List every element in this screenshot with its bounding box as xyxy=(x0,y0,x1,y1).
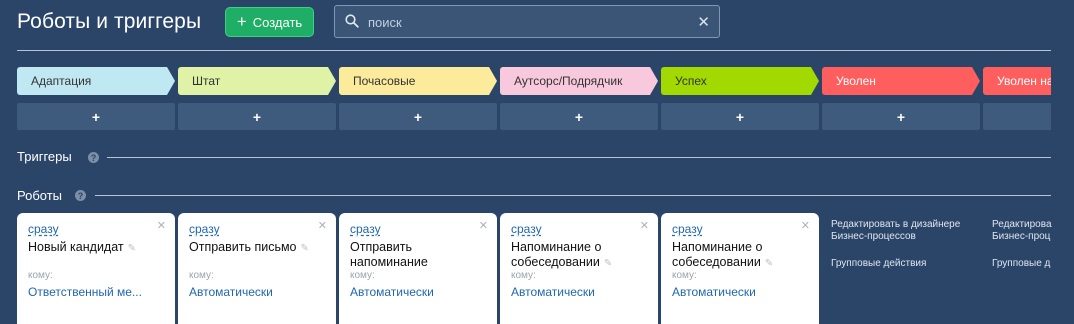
add-trigger-row: + + + + + + xyxy=(17,103,1051,130)
search-box[interactable]: ✕ xyxy=(334,5,720,38)
group-actions-link[interactable]: Групповые действия xyxy=(831,258,981,270)
triggers-divider xyxy=(107,157,1051,158)
plus-icon: + xyxy=(236,12,247,31)
stage-adaptation[interactable]: Адаптация xyxy=(17,67,175,95)
stage-label: Штат xyxy=(192,74,221,88)
stage-label: Адаптация xyxy=(31,74,92,88)
robot-card[interactable]: сразу ✕ Напоминание о собеседовании ✎ ком… xyxy=(500,213,658,324)
add-trigger-button[interactable] xyxy=(983,103,1051,130)
stage-staff[interactable]: Штат xyxy=(178,67,336,95)
header: Роботы и триггеры xyxy=(17,7,201,37)
edit-in-designer-link[interactable]: Редактирова Бизнес-проц xyxy=(992,219,1052,243)
robot-name: Отправить письмо ✎ xyxy=(189,240,327,256)
robot-whom-label: кому: xyxy=(28,270,53,281)
search-input[interactable] xyxy=(368,12,688,32)
page-title: Роботы и триггеры xyxy=(17,10,202,33)
robot-name: Новый кандидат ✎ xyxy=(28,240,166,256)
pencil-icon[interactable]: ✎ xyxy=(765,256,773,271)
edit-in-designer-link[interactable]: Редактировать в дизайнере Бизнес-процесс… xyxy=(831,219,981,243)
pencil-icon[interactable]: ✎ xyxy=(301,241,309,256)
triggers-heading: Триггеры xyxy=(17,149,72,164)
group-actions-link[interactable]: Групповые д xyxy=(992,258,1052,270)
stage-label: Уволен на xyxy=(997,74,1051,88)
robot-responsible-link[interactable]: Автоматически xyxy=(350,285,488,299)
robot-name: Напоминание о собеседовании ✎ xyxy=(511,240,649,271)
close-icon[interactable]: ✕ xyxy=(640,219,649,232)
robot-responsible-link[interactable]: Ответственный ме... xyxy=(28,285,166,299)
robot-responsible-link[interactable]: Автоматически xyxy=(672,285,810,299)
robot-delay-link[interactable]: сразу xyxy=(511,222,542,236)
robot-delay-link[interactable]: сразу xyxy=(189,222,220,236)
robot-name-text: Отправить письмо xyxy=(189,240,297,254)
add-trigger-button[interactable]: + xyxy=(822,103,980,130)
stage-outsource[interactable]: Аутсорс/Подрядчик xyxy=(500,67,658,95)
add-trigger-button[interactable]: + xyxy=(661,103,819,130)
robot-card[interactable]: сразу ✕ Отправить напоминание кому: Авто… xyxy=(339,213,497,324)
stage-label: Аутсорс/Подрядчик xyxy=(514,74,623,88)
robot-name-text: Отправить напоминание xyxy=(350,240,428,269)
robot-whom-label: кому: xyxy=(672,270,697,281)
clear-search-icon[interactable]: ✕ xyxy=(697,13,710,31)
pencil-icon[interactable]: ✎ xyxy=(604,256,612,271)
search-icon xyxy=(345,14,359,33)
robot-name: Отправить напоминание xyxy=(350,240,488,270)
stage-label: Почасовые xyxy=(353,74,416,88)
robot-delay-link[interactable]: сразу xyxy=(672,222,703,236)
add-trigger-button[interactable]: + xyxy=(178,103,336,130)
header-divider xyxy=(17,50,1051,51)
robot-whom-label: кому: xyxy=(511,270,536,281)
close-icon[interactable]: ✕ xyxy=(318,219,327,232)
stage-label: Уволен xyxy=(836,74,876,88)
robot-delay-link[interactable]: сразу xyxy=(350,222,381,236)
robot-card[interactable]: сразу ✕ Напоминание о собеседовании ✎ ком… xyxy=(661,213,819,324)
robots-help-icon[interactable]: ? xyxy=(75,190,86,201)
robot-delay-link[interactable]: сразу xyxy=(28,222,59,236)
robot-name-text: Напоминание о собеседовании xyxy=(511,240,602,269)
stages-row: Адаптация Штат Почасовые Аутсорс/Подрядч… xyxy=(17,67,1051,95)
robot-name-text: Новый кандидат xyxy=(28,240,124,254)
close-icon[interactable]: ✕ xyxy=(801,219,810,232)
robot-actions-2: Редактирова Бизнес-проц Групповые д xyxy=(992,219,1052,270)
close-icon[interactable]: ✕ xyxy=(157,219,166,232)
robot-actions: Редактировать в дизайнере Бизнес-процесс… xyxy=(831,219,981,270)
robot-responsible-link[interactable]: Автоматически xyxy=(189,285,327,299)
robots-heading: Роботы xyxy=(17,188,63,203)
robot-whom-label: кому: xyxy=(189,270,214,281)
stage-success[interactable]: Успех xyxy=(661,67,819,95)
stage-label: Успех xyxy=(675,74,707,88)
stage-fired[interactable]: Уволен xyxy=(822,67,980,95)
robots-divider xyxy=(95,195,1051,196)
triggers-help-icon[interactable]: ? xyxy=(88,152,99,163)
robot-whom-label: кому: xyxy=(350,270,375,281)
robot-responsible-link[interactable]: Автоматически xyxy=(511,285,649,299)
robot-card[interactable]: сразу ✕ Новый кандидат ✎ кому: Ответствен… xyxy=(17,213,175,324)
robot-card[interactable]: сразу ✕ Отправить письмо ✎ кому: Автомати… xyxy=(178,213,336,324)
add-trigger-button[interactable]: + xyxy=(500,103,658,130)
stage-hourly[interactable]: Почасовые xyxy=(339,67,497,95)
stage-fired-2[interactable]: Уволен на xyxy=(983,67,1051,95)
add-trigger-button[interactable]: + xyxy=(339,103,497,130)
close-icon[interactable]: ✕ xyxy=(479,219,488,232)
robot-name-text: Напоминание о собеседовании xyxy=(672,240,763,269)
create-button[interactable]: + Создать xyxy=(225,7,314,37)
robot-name: Напоминание о собеседовании ✎ xyxy=(672,240,810,271)
add-trigger-button[interactable]: + xyxy=(17,103,175,130)
create-button-label: Создать xyxy=(252,14,303,30)
pencil-icon[interactable]: ✎ xyxy=(128,241,136,256)
